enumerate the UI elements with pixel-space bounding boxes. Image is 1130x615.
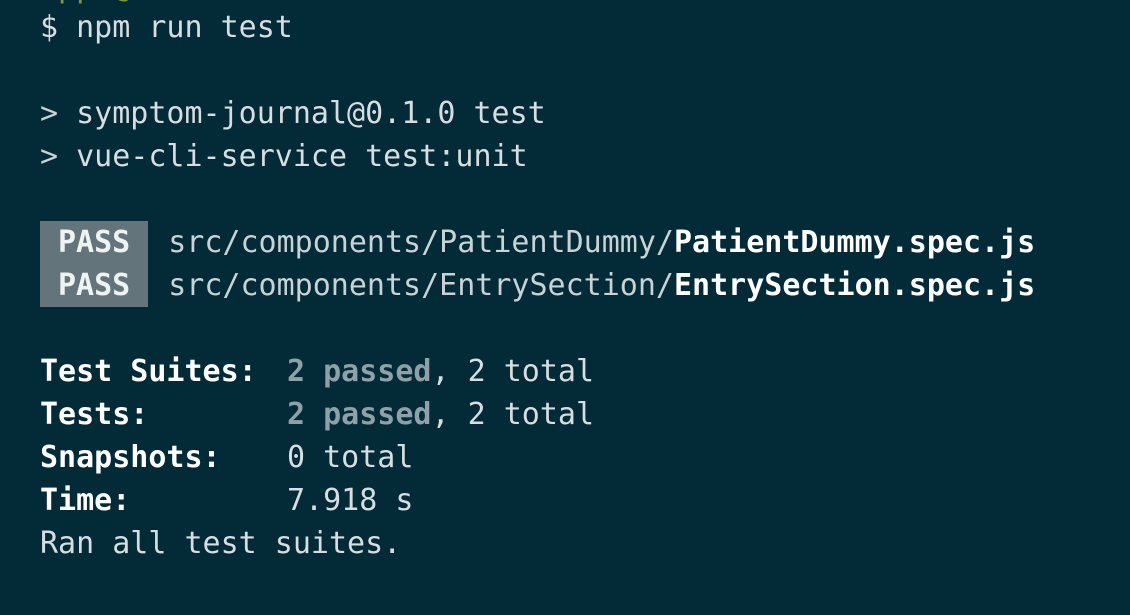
output-marker: > bbox=[40, 139, 59, 174]
summary-value: 7.918 s bbox=[287, 483, 414, 518]
script-output-line: > vue-cli-service test:unit bbox=[40, 135, 528, 178]
test-file-dir: src/components/EntrySection/ bbox=[168, 268, 674, 303]
test-result-row: PASS src/components/EntrySection/EntrySec… bbox=[40, 264, 1035, 307]
summary-label: Snapshots: bbox=[40, 440, 221, 475]
summary-label: Time: bbox=[40, 483, 131, 518]
summary-total: , 2 total bbox=[431, 354, 595, 389]
summary-passed-count: 2 passed bbox=[287, 354, 432, 389]
summary-footer: Ran all test suites. bbox=[40, 526, 402, 561]
summary-test-suites: Test Suites: 2 passed, 2 total bbox=[40, 350, 594, 393]
test-file-dir: src/components/PatientDummy/ bbox=[168, 225, 674, 260]
summary-tests: Tests: 2 passed, 2 total bbox=[40, 393, 594, 436]
test-result-row: PASS src/components/PatientDummy/PatientD… bbox=[40, 221, 1035, 264]
command-prompt-line: $ npm run test bbox=[40, 6, 293, 49]
script-output-text: vue-cli-service test:unit bbox=[76, 139, 528, 174]
pass-badge: PASS bbox=[40, 221, 149, 264]
pass-badge: PASS bbox=[40, 264, 149, 307]
summary-label: Test Suites: bbox=[40, 354, 257, 389]
test-file-name: EntrySection.spec.js bbox=[673, 268, 1036, 303]
summary-time: Time: 7.918 s bbox=[40, 479, 413, 522]
summary-passed-count: 2 passed bbox=[287, 397, 432, 432]
summary-total: , 2 total bbox=[431, 397, 595, 432]
summary-value: 0 total bbox=[287, 440, 414, 475]
script-output-text: symptom-journal@0.1.0 test bbox=[76, 96, 546, 131]
command-text: npm run test bbox=[76, 10, 293, 45]
script-output-line: > symptom-journal@0.1.0 test bbox=[40, 92, 546, 135]
prompt-symbol: $ bbox=[40, 10, 59, 45]
summary-snapshots: Snapshots: 0 total bbox=[40, 436, 413, 479]
terminal-window[interactable]: apps@ $ npm run test > symptom-journal@0… bbox=[0, 0, 1130, 615]
test-file-name: PatientDummy.spec.js bbox=[673, 225, 1036, 260]
summary-label: Tests: bbox=[40, 397, 149, 432]
output-marker: > bbox=[40, 96, 59, 131]
